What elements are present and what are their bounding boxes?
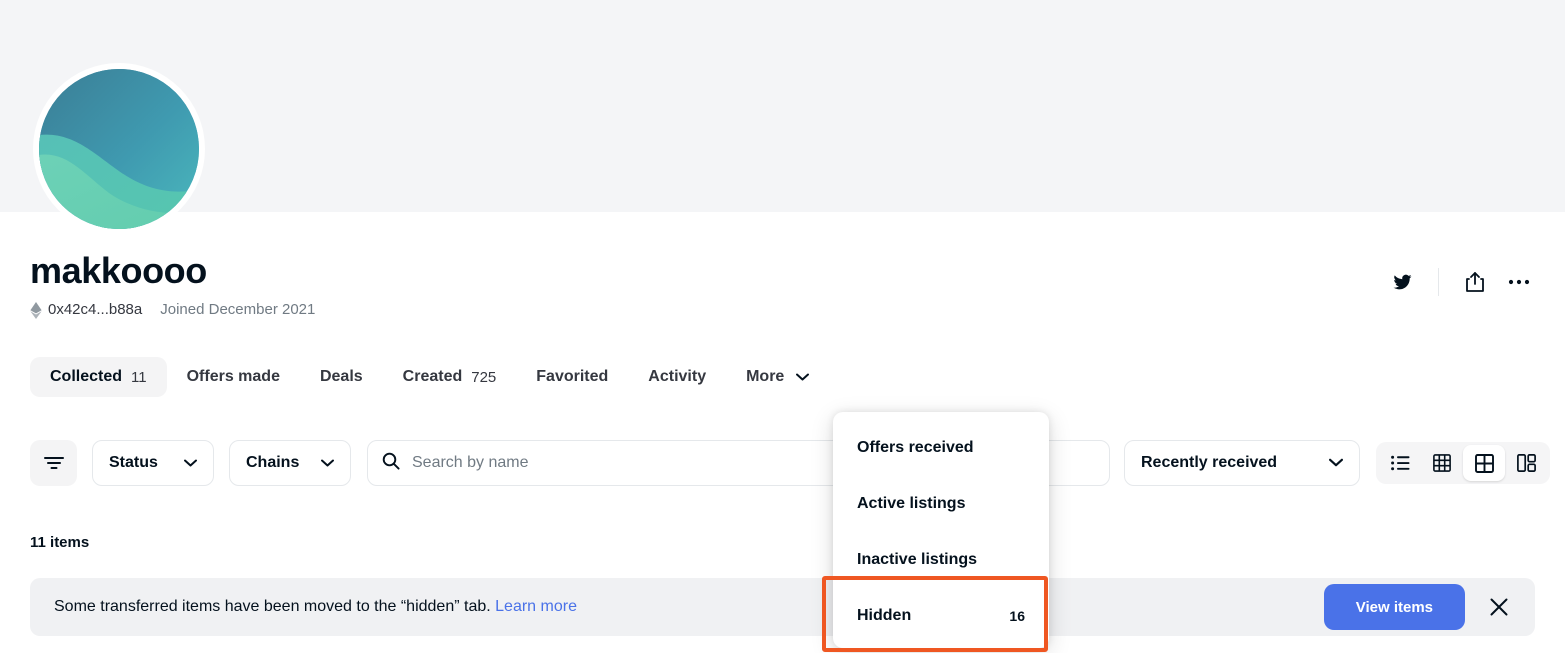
menu-item-offers-received-label: Offers received [857,439,974,456]
notice-message-row: Some transferred items have been moved t… [54,598,577,616]
status-filter-label: Status [109,454,158,471]
menu-item-offers-received[interactable]: Offers received [833,420,1049,476]
view-items-button[interactable]: View items [1323,584,1465,630]
status-filter-dropdown[interactable]: Status [92,440,214,486]
filter-bar: Status Chains [30,440,351,486]
menu-item-hidden-count: 16 [1009,608,1025,624]
tab-favorited[interactable]: Favorited [516,357,628,397]
search-icon [382,452,400,475]
chains-filter-label: Chains [246,454,300,471]
menu-item-active-listings-label: Active listings [857,495,966,512]
more-options-icon[interactable] [1497,262,1541,302]
avatar[interactable] [33,63,205,235]
list-view-icon[interactable] [1379,445,1421,481]
profile-meta: 0x42c4...b88a Joined December 2021 [30,300,315,320]
menu-item-hidden-label: Hidden [857,607,912,624]
wallet-address[interactable]: 0x42c4...b88a [48,300,142,320]
learn-more-link[interactable]: Learn more [495,598,577,615]
tab-offers-made[interactable]: Offers made [167,357,300,397]
menu-item-inactive-listings[interactable]: Inactive listings [833,532,1049,588]
notice-message: Some transferred items have been moved t… [54,598,491,615]
ethereum-icon [30,301,42,319]
more-dropdown-menu: Offers received Active listings Inactive… [833,412,1049,648]
grid-view-icon[interactable] [1463,445,1505,481]
chains-filter-dropdown[interactable]: Chains [229,440,351,486]
tab-created[interactable]: Created 725 [383,357,517,397]
tab-activity[interactable]: Activity [628,357,726,397]
menu-item-inactive-listings-label: Inactive listings [857,551,978,568]
chevron-down-icon [321,459,334,467]
tab-more[interactable]: More [726,357,829,397]
chevron-down-icon [184,459,197,467]
action-divider [1438,268,1439,296]
profile-actions [1380,262,1541,302]
close-icon[interactable] [1479,587,1519,627]
tab-more-label: More [746,368,785,385]
tab-deals-label: Deals [319,368,363,385]
tab-collected-label: Collected [50,368,123,385]
chevron-down-icon [1329,454,1343,472]
joined-date: Joined December 2021 [160,301,316,318]
tab-created-count: 725 [471,368,497,386]
notice-actions: View items [1323,584,1519,630]
avatar-gradient-artwork [39,69,199,229]
page-title: makkoooo [30,250,207,291]
tab-collected-count: 11 [131,368,147,386]
chevron-down-icon [796,373,810,381]
avatar-image [39,69,199,229]
menu-item-hidden[interactable]: Hidden 16 [833,588,1049,644]
dense-grid-view-icon[interactable] [1421,445,1463,481]
profile-identity: makkoooo 0x42c4...b88a Joined December 2… [30,249,315,320]
items-count: 11 items [30,534,90,551]
share-icon[interactable] [1453,262,1497,302]
tab-activity-label: Activity [648,368,707,385]
tab-collected[interactable]: Collected 11 [30,357,167,397]
sort-dropdown-label: Recently received [1141,454,1278,471]
hidden-items-notice: Some transferred items have been moved t… [30,578,1535,636]
filter-icon[interactable] [30,440,77,486]
profile-cover-banner [0,0,1565,212]
profile-tabs: Collected 11 Offers made Deals Created 7… [30,357,829,397]
tab-deals[interactable]: Deals [300,357,383,397]
sort-dropdown[interactable]: Recently received [1124,440,1360,486]
profile-page: makkoooo 0x42c4...b88a Joined December 2… [0,0,1565,653]
tab-offers-made-label: Offers made [186,368,280,385]
split-view-icon[interactable] [1505,445,1547,481]
tab-created-label: Created [402,368,463,385]
tab-favorited-label: Favorited [536,368,609,385]
twitter-icon[interactable] [1380,262,1424,302]
view-mode-toggle-group [1376,442,1550,484]
menu-item-active-listings[interactable]: Active listings [833,476,1049,532]
